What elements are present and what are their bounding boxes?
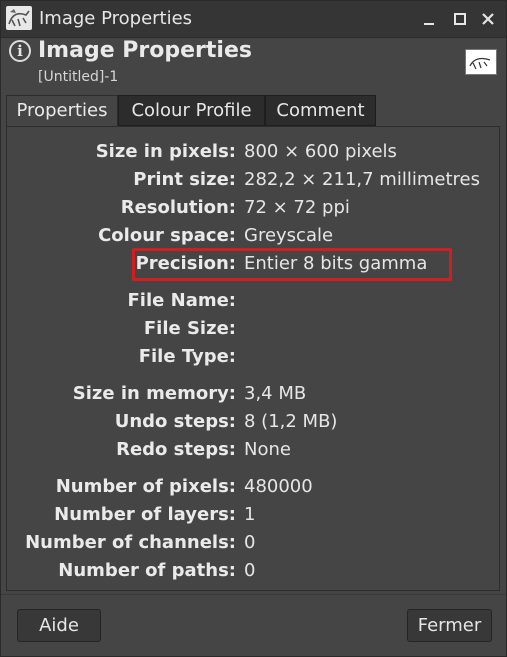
tab-colour-profile[interactable]: Colour Profile <box>118 95 265 126</box>
button-area-divider <box>1 594 506 595</box>
property-row-number-of-pixels: Number of pixels: 480000 <box>1 476 507 500</box>
property-value: 282,2 × 211,7 millimetres <box>244 169 480 190</box>
gimp-wilber-icon <box>6 6 32 30</box>
property-value: 0 <box>244 560 256 581</box>
property-row-number-of-layers: Number of layers: 1 <box>1 504 507 528</box>
property-row-colour-space: Colour space: Greyscale <box>1 225 507 249</box>
dialog-title: Image Properties <box>38 38 252 63</box>
property-row-file-name: File Name: <box>1 290 507 314</box>
property-row-print-size: Print size: 282,2 × 211,7 millimetres <box>1 169 507 193</box>
dialog-subtitle: [Untitled]-1 <box>38 69 119 85</box>
close-icon[interactable] <box>478 9 498 29</box>
maximize-icon[interactable] <box>450 9 470 29</box>
precision-highlight-box <box>132 248 452 281</box>
close-button[interactable]: Fermer <box>407 609 492 642</box>
property-row-redo-steps: Redo steps: None <box>1 439 507 463</box>
property-label: Number of layers: <box>54 504 236 525</box>
property-value: Greyscale <box>244 225 334 246</box>
property-value: 480000 <box>244 476 313 497</box>
property-label: Size in memory: <box>72 383 236 404</box>
property-label: File Size: <box>143 318 236 339</box>
property-value: 8 (1,2 MB) <box>244 411 338 432</box>
property-label: Colour space: <box>98 225 236 246</box>
property-value: 800 × 600 pixels <box>244 141 397 162</box>
property-value: 72 × 72 ppi <box>244 197 350 218</box>
image-thumbnail <box>465 49 497 75</box>
property-row-resolution: Resolution: 72 × 72 ppi <box>1 197 507 221</box>
property-row-number-of-channels: Number of channels: 0 <box>1 532 507 556</box>
property-value: 0 <box>244 532 256 553</box>
property-row-number-of-paths: Number of paths: 0 <box>1 560 507 584</box>
property-row-file-size: File Size: <box>1 318 507 342</box>
property-row-size-in-pixels: Size in pixels: 800 × 600 pixels <box>1 141 507 165</box>
property-value: 3,4 MB <box>244 383 307 404</box>
image-properties-window: Image Properties i Image Properties [Unt… <box>0 0 507 657</box>
help-button[interactable]: Aide <box>17 609 101 642</box>
property-label: Redo steps: <box>116 439 236 460</box>
title-bar[interactable]: Image Properties <box>1 1 506 38</box>
window-title: Image Properties <box>39 8 193 29</box>
property-label: Number of paths: <box>58 560 236 581</box>
property-label: File Type: <box>138 346 236 367</box>
dialog-header: i Image Properties [Untitled]-1 <box>1 38 506 93</box>
property-label: Undo steps: <box>114 411 236 432</box>
tab-properties[interactable]: Properties <box>6 95 118 126</box>
property-value: 1 <box>244 504 256 525</box>
property-label: File Name: <box>127 290 236 311</box>
minimize-icon[interactable] <box>419 9 439 29</box>
property-label: Size in pixels: <box>95 141 236 162</box>
property-label: Resolution: <box>120 197 236 218</box>
property-row-undo-steps: Undo steps: 8 (1,2 MB) <box>1 411 507 435</box>
property-row-size-in-memory: Size in memory: 3,4 MB <box>1 383 507 407</box>
tab-comment[interactable]: Comment <box>265 95 376 126</box>
info-icon: i <box>9 40 31 62</box>
property-label: Number of pixels: <box>55 476 236 497</box>
property-row-file-type: File Type: <box>1 346 507 370</box>
property-label: Number of channels: <box>25 532 236 553</box>
property-value: None <box>244 439 291 460</box>
property-label: Print size: <box>133 169 236 190</box>
